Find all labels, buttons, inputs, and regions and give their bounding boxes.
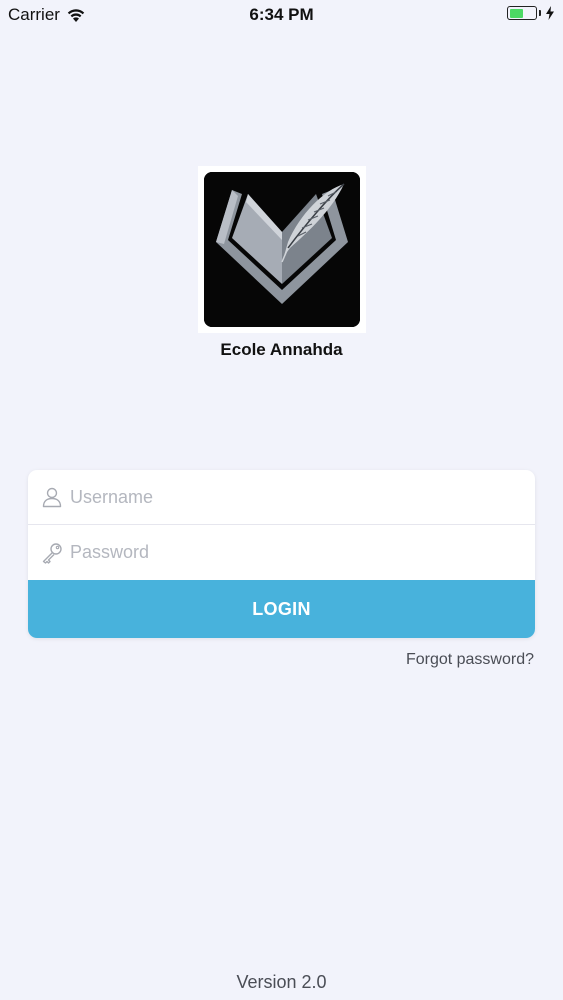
charging-bolt-icon xyxy=(546,6,554,20)
user-icon xyxy=(42,487,62,508)
battery-tip xyxy=(539,10,541,16)
school-name: Ecole Annahda xyxy=(220,340,343,359)
clock: 6:34 PM xyxy=(249,5,314,24)
login-form: LOGIN xyxy=(28,470,535,638)
book-quill-logo-icon xyxy=(204,172,360,327)
status-bar: Carrier 6:34 PM xyxy=(0,0,563,30)
username-field xyxy=(28,470,535,525)
username-input[interactable] xyxy=(70,470,525,524)
battery-level xyxy=(509,8,524,18)
forgot-password-link[interactable]: Forgot password? xyxy=(406,651,534,669)
school-logo xyxy=(198,166,366,333)
battery-indicator xyxy=(507,6,555,20)
key-icon xyxy=(42,542,62,564)
battery-icon xyxy=(507,6,537,20)
password-input[interactable] xyxy=(70,525,525,580)
password-field xyxy=(28,525,535,580)
version-label: Version 2.0 xyxy=(236,972,327,992)
login-button[interactable]: LOGIN xyxy=(28,580,535,638)
